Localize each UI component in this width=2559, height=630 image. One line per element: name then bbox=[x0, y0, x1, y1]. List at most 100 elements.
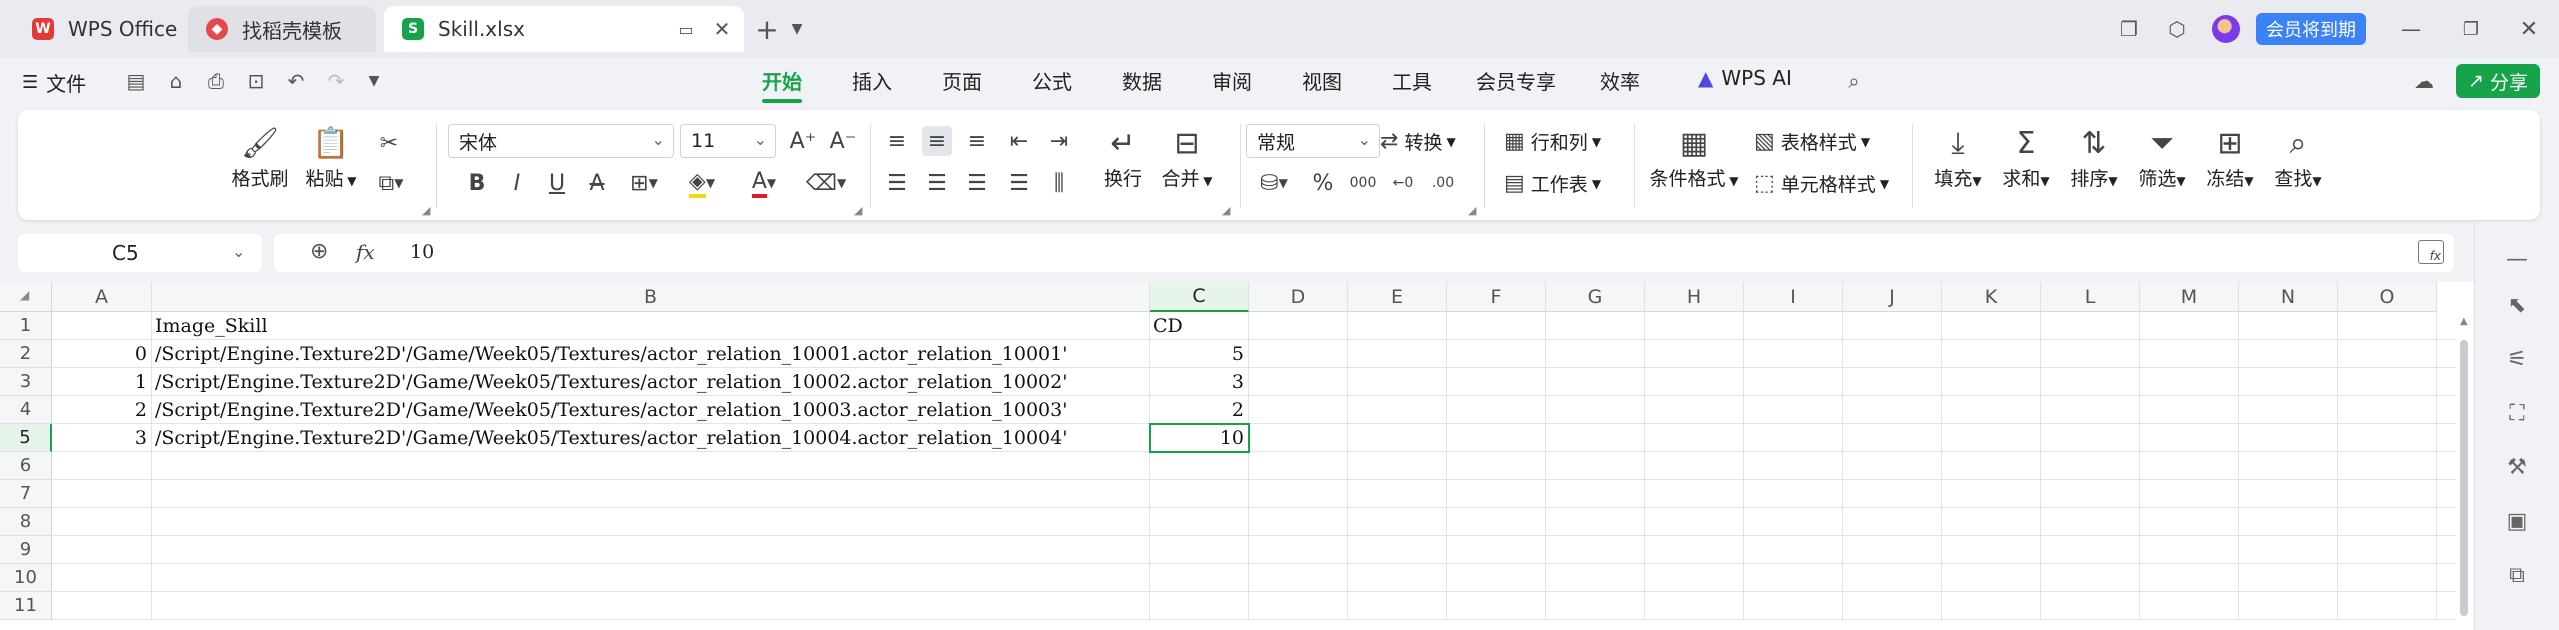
share-button[interactable]: ↗ 分享 bbox=[2456, 64, 2540, 98]
maximize-icon[interactable]: ❐ bbox=[2456, 14, 2486, 44]
percent-icon[interactable]: % bbox=[1308, 168, 1338, 198]
column-header-k[interactable]: K bbox=[1942, 282, 2041, 312]
align-bottom-icon[interactable]: ≡ bbox=[962, 126, 992, 156]
cell-b1[interactable]: Image_Skill bbox=[155, 312, 1145, 340]
tools-icon[interactable]: ⚒ bbox=[2504, 454, 2530, 480]
column-header-e[interactable]: E bbox=[1348, 282, 1447, 312]
cell-b2[interactable]: /Script/Engine.Texture2D'/Game/Week05/Te… bbox=[155, 340, 1145, 368]
export-icon[interactable]: ⌂ bbox=[164, 68, 188, 94]
fill-button[interactable]: ⤓ 填充▼ bbox=[1930, 124, 1986, 191]
freeze-button[interactable]: ⊞ 冻结▼ bbox=[2202, 124, 2258, 191]
row-header-8[interactable]: 8 bbox=[0, 508, 52, 536]
redo-icon[interactable]: ↷ bbox=[324, 68, 348, 94]
border-icon[interactable]: ⊞ ▼ bbox=[622, 168, 666, 198]
decrease-decimal-icon[interactable]: .00 bbox=[1428, 168, 1458, 198]
wps-ai-button[interactable]: ▲ WPS AI bbox=[1698, 66, 1792, 90]
cell-a5[interactable]: 3 bbox=[55, 424, 147, 452]
window-layout-icon[interactable]: ❐ bbox=[2116, 16, 2142, 42]
tab-home[interactable]: 开始 bbox=[762, 66, 802, 103]
cut-icon[interactable]: ✂ bbox=[374, 128, 404, 158]
formula-input[interactable]: 10 bbox=[410, 241, 434, 263]
distributed-icon[interactable]: ⫼ bbox=[1044, 168, 1074, 198]
column-header-o[interactable]: O bbox=[2338, 282, 2437, 312]
fx-icon[interactable]: fx bbox=[356, 240, 375, 264]
save-icon[interactable]: ▤ bbox=[124, 68, 148, 94]
sliders-icon[interactable]: ⚟ bbox=[2504, 346, 2530, 372]
table-style-button[interactable]: ▧ 表格样式 ▼ bbox=[1754, 128, 1870, 155]
decrease-indent-icon[interactable]: ⇤ bbox=[1004, 126, 1034, 156]
column-header-j[interactable]: J bbox=[1843, 282, 1942, 312]
dialog-launcher-icon[interactable]: ◢ bbox=[854, 204, 862, 217]
justify-icon[interactable]: ☰ bbox=[1004, 168, 1034, 198]
column-header-a[interactable]: A bbox=[52, 282, 152, 312]
format-painter-button[interactable]: 🖌 格式刷 bbox=[230, 124, 290, 191]
cloud-upload-icon[interactable]: ☁ bbox=[2412, 68, 2436, 94]
worksheet-button[interactable]: ▤ 工作表 ▼ bbox=[1504, 170, 1601, 197]
new-tab-icon[interactable]: + bbox=[752, 13, 782, 46]
cell-c2[interactable]: 5 bbox=[1153, 340, 1244, 368]
column-header-i[interactable]: I bbox=[1744, 282, 1843, 312]
file-menu[interactable]: ☰ 文件 bbox=[22, 68, 86, 97]
avatar[interactable] bbox=[2212, 15, 2240, 43]
decrease-font-icon[interactable]: A⁻ bbox=[828, 126, 858, 156]
row-header-4[interactable]: 4 bbox=[0, 396, 52, 424]
rows-columns-button[interactable]: ▦ 行和列 ▼ bbox=[1504, 128, 1601, 155]
font-size-select[interactable]: 11 ⌄ bbox=[680, 124, 776, 158]
align-left-icon[interactable]: ☰ bbox=[882, 168, 912, 198]
restore-tab-icon[interactable]: ▭ bbox=[674, 17, 698, 41]
cell-c4[interactable]: 2 bbox=[1153, 396, 1244, 424]
collapse-icon[interactable]: — bbox=[2504, 246, 2530, 272]
align-center-icon[interactable]: ☰ bbox=[922, 168, 952, 198]
sort-button[interactable]: ⇅ 排序▼ bbox=[2066, 124, 2122, 191]
column-header-f[interactable]: F bbox=[1447, 282, 1546, 312]
close-tab-icon[interactable]: ✕ bbox=[710, 17, 734, 41]
underline-icon[interactable]: U bbox=[542, 168, 572, 198]
name-box[interactable]: C5 ⌄ bbox=[18, 234, 262, 272]
italic-icon[interactable]: I bbox=[502, 168, 532, 198]
cell-a3[interactable]: 1 bbox=[55, 368, 147, 396]
filter-button[interactable]: ⏷ 筛选▼ bbox=[2134, 124, 2190, 191]
tab-wps-office[interactable]: W WPS Office bbox=[14, 6, 184, 52]
increase-indent-icon[interactable]: ⇥ bbox=[1044, 126, 1074, 156]
chevron-down-icon[interactable]: ▼ bbox=[786, 16, 808, 42]
currency-icon[interactable]: ⛁ ▼ bbox=[1252, 168, 1296, 198]
image-icon[interactable]: ▣ bbox=[2504, 508, 2530, 534]
print-preview-icon[interactable]: ⊡ bbox=[244, 68, 268, 94]
pointer-icon[interactable]: ⬉ bbox=[2504, 292, 2530, 318]
font-color-icon[interactable]: A ▼ bbox=[740, 168, 788, 198]
chevron-down-icon[interactable]: ⌄ bbox=[232, 242, 245, 261]
dialog-launcher-icon[interactable]: ◢ bbox=[1222, 204, 1230, 217]
column-header-h[interactable]: H bbox=[1645, 282, 1744, 312]
row-header-11[interactable]: 11 bbox=[0, 592, 52, 620]
cell-b3[interactable]: /Script/Engine.Texture2D'/Game/Week05/Te… bbox=[155, 368, 1145, 396]
row-header-9[interactable]: 9 bbox=[0, 536, 52, 564]
tab-view[interactable]: 视图 bbox=[1302, 66, 1342, 95]
chevron-down-icon[interactable]: ▼ bbox=[362, 68, 386, 94]
select-all-corner[interactable]: ◢ bbox=[0, 282, 52, 312]
column-header-d[interactable]: D bbox=[1249, 282, 1348, 312]
member-expiring-badge[interactable]: 会员将到期 bbox=[2256, 13, 2366, 45]
book-search-icon[interactable]: ⧉ bbox=[2504, 562, 2530, 588]
row-header-6[interactable]: 6 bbox=[0, 452, 52, 480]
vertical-scrollbar[interactable]: ▲ bbox=[2458, 316, 2470, 616]
copy-icon[interactable]: ⧉ ▼ bbox=[370, 168, 412, 198]
number-format-select[interactable]: 常规 ⌄ bbox=[1246, 124, 1380, 158]
dialog-launcher-icon[interactable]: ◢ bbox=[422, 204, 430, 217]
convert-button[interactable]: ⇄ 转换 ▼ bbox=[1380, 128, 1456, 155]
search-icon[interactable]: ⌕ bbox=[1842, 68, 1866, 94]
column-header-g[interactable]: G bbox=[1546, 282, 1645, 312]
cell-c1[interactable]: CD bbox=[1153, 312, 1244, 340]
fill-color-icon[interactable]: ◈ ▼ bbox=[678, 168, 726, 198]
sum-button[interactable]: Σ 求和▼ bbox=[1998, 124, 2054, 191]
row-header-10[interactable]: 10 bbox=[0, 564, 52, 592]
align-top-icon[interactable]: ≡ bbox=[882, 126, 912, 156]
expand-formula-icon[interactable]: fx bbox=[2418, 240, 2444, 264]
clear-format-icon[interactable]: ⌫ ▼ bbox=[802, 168, 850, 198]
increase-font-icon[interactable]: A⁺ bbox=[788, 126, 818, 156]
minimize-icon[interactable]: — bbox=[2396, 14, 2426, 44]
align-middle-icon[interactable]: ≡ bbox=[922, 126, 952, 156]
paste-button[interactable]: 📋 粘贴 ▼ bbox=[300, 124, 362, 191]
increase-decimal-icon[interactable]: ←0 bbox=[1388, 168, 1418, 198]
tab-skill-xlsx[interactable]: S Skill.xlsx ▭ ✕ bbox=[384, 6, 744, 52]
cell-b4[interactable]: /Script/Engine.Texture2D'/Game/Week05/Te… bbox=[155, 396, 1145, 424]
